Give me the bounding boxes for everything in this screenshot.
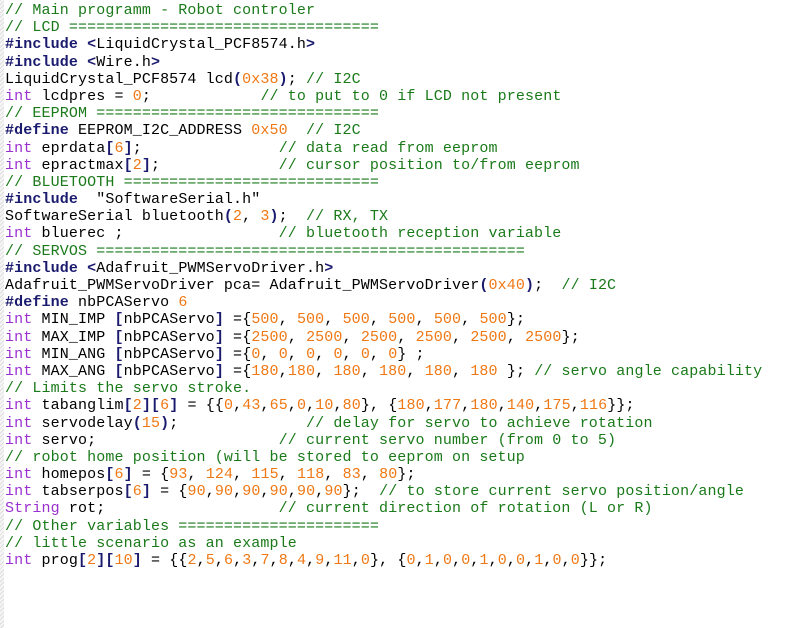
code-line: int homepos[6] = {93, 124, 115, 118, 83,… [5,466,416,484]
code-line: int tabanglim[2][6] = {{0,43,65,0,10,80}… [5,397,635,415]
code-line: // robot home position (will be stored t… [5,448,525,466]
source-code-text[interactable]: // Main programm - Robot controler// LCD… [0,0,762,569]
code-line: // little scenario as an example [5,534,297,552]
code-line: int lcdpres = 0; // to put to 0 if LCD n… [5,87,562,105]
code-line: int epractmax[2]; // cursor position to/… [5,156,580,174]
code-line: #include <Adafruit_PWMServoDriver.h> [5,259,334,277]
code-line: #include "SoftwareSerial.h" [5,191,261,209]
code-line: // LCD =================================… [5,19,379,37]
code-line: // SERVOS ==============================… [5,242,525,260]
code-line: SoftwareSerial bluetooth(2, 3); // RX, T… [5,208,389,226]
code-line: // Other variables =====================… [5,517,379,535]
code-line: int bluerec ; // bluetooth reception var… [5,225,562,243]
code-line: // EEPROM ==============================… [5,105,379,123]
code-line: int servo; // current servo number (from… [5,431,617,449]
code-line: #define EEPROM_I2C_ADDRESS 0x50 // I2C [5,122,361,140]
code-line: int MIN_ANG [nbPCAServo] ={0, 0, 0, 0, 0… [5,345,425,363]
code-line: #include <Wire.h> [5,53,161,71]
code-editor[interactable]: // Main programm - Robot controler// LCD… [0,0,811,628]
code-line: int MAX_ANG [nbPCAServo] ={180,180, 180,… [5,362,763,380]
code-line: int eprdata[6]; // data read from eeprom [5,139,498,157]
code-line: #define nbPCAServo 6 [5,294,188,312]
code-line: // BLUETOOTH ===========================… [5,173,379,191]
code-line: String rot; // current direction of rota… [5,500,653,518]
code-line: int prog[2][10] = {{2,5,6,3,7,8,4,9,11,0… [5,552,608,569]
code-line: Adafruit_PWMServoDriver pca= Adafruit_PW… [5,277,617,294]
code-line: // Limits the servo stroke. [5,380,252,398]
code-line: #include <LiquidCrystal_PCF8574.h> [5,36,316,54]
code-line: int MIN_IMP [nbPCAServo] ={500, 500, 500… [5,311,526,329]
code-line: LiquidCrystal_PCF8574 lcd(0x38); // I2C [5,70,361,88]
code-line: int tabserpos[6] = {90,90,90,90,90,90}; … [5,483,744,501]
code-line: int MAX_IMP [nbPCAServo] ={2500, 2500, 2… [5,328,580,346]
code-line: int servodelay(15); // delay for servo t… [5,414,653,432]
code-line: // Main programm - Robot controler [5,2,316,19]
